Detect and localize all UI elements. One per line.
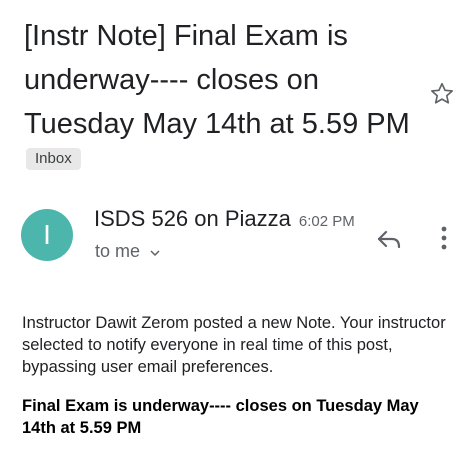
reply-icon[interactable] [373,222,405,254]
email-subject: [Instr Note] Final Exam is underway---- … [24,20,410,140]
recipient-text: to me [95,241,141,261]
sender-avatar[interactable]: I [21,209,73,261]
email-view: [Instr Note] Final Exam is underway---- … [0,0,474,474]
sender-name[interactable]: ISDS 526 on Piazza [94,206,291,232]
recipient-details-toggle[interactable]: to me [95,241,161,262]
sent-time: 6:02 PM [298,213,355,230]
sender-row: ISDS 526 on Piazza 6:02 PM [94,206,355,236]
inbox-label-chip[interactable]: Inbox [26,148,81,170]
more-vertical-icon[interactable] [434,222,454,254]
email-body-headline: Final Exam is underway---- closes on Tue… [22,397,419,437]
email-body-intro: Instructor Dawit Zerom posted a new Note… [22,314,446,376]
star-icon[interactable] [428,80,456,108]
chevron-down-icon [150,249,160,256]
